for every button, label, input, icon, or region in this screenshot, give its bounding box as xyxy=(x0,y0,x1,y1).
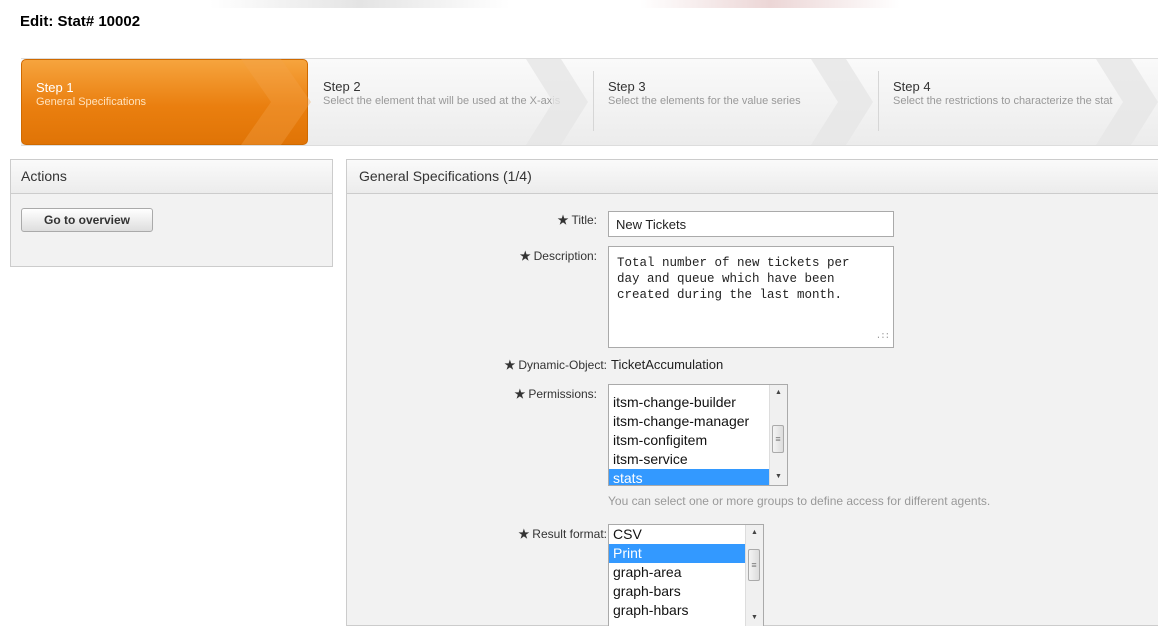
star-icon: ★ xyxy=(519,249,531,263)
scrollbar[interactable]: ▲ ≡ ▼ xyxy=(769,385,787,485)
scrollbar[interactable]: ▲ ≡ ▼ xyxy=(745,525,763,626)
result-format-label: ★ Result format: xyxy=(518,527,607,541)
list-item-selected[interactable]: stats xyxy=(609,469,787,485)
star-icon: ★ xyxy=(514,387,526,401)
star-icon: ★ xyxy=(557,213,569,227)
arrow-up-icon[interactable]: ▲ xyxy=(770,385,787,401)
list-item[interactable]: itsm-change-builder xyxy=(609,393,787,412)
chevron-right-icon xyxy=(811,59,873,145)
star-icon: ★ xyxy=(504,358,516,372)
dynamic-object-value: TicketAccumulation xyxy=(611,357,724,372)
arrow-down-icon[interactable]: ▼ xyxy=(746,610,763,626)
permissions-listbox[interactable]: itsm-change-builder itsm-change-manager … xyxy=(608,384,788,486)
scrollbar-thumb[interactable]: ≡ xyxy=(748,549,760,581)
go-to-overview-button[interactable]: Go to overview xyxy=(21,208,153,232)
list-item-selected[interactable]: Print xyxy=(609,544,763,563)
top-decoration xyxy=(0,0,1158,10)
description-label: ★ Description: xyxy=(519,249,597,263)
arrow-up-icon[interactable]: ▲ xyxy=(746,525,763,541)
resize-grip-icon[interactable]: .:: xyxy=(876,328,890,344)
list-item[interactable]: graph-hbars xyxy=(609,601,763,620)
actions-panel: Actions Go to overview xyxy=(10,159,333,267)
wizard-steps: Step 1 General Specifications Step 2 Sel… xyxy=(21,58,1158,146)
title-label: ★ Title: xyxy=(557,213,597,227)
list-item[interactable]: itsm-service xyxy=(609,450,787,469)
actions-header: Actions xyxy=(11,160,332,194)
scrollbar-thumb[interactable]: ≡ xyxy=(772,425,784,453)
list-item xyxy=(609,385,787,393)
chevron-right-icon xyxy=(1096,59,1158,145)
list-item[interactable]: itsm-configitem xyxy=(609,431,787,450)
chevron-right-icon xyxy=(526,59,588,145)
list-item[interactable]: graph-bars xyxy=(609,582,763,601)
permissions-label: ★ Permissions: xyxy=(514,387,597,401)
dynamic-object-label: ★ Dynamic-Object: xyxy=(504,358,607,372)
description-text: Total number of new tickets per day and … xyxy=(617,256,850,302)
arrow-down-icon[interactable]: ▼ xyxy=(770,469,787,485)
star-icon: ★ xyxy=(518,527,530,541)
panel-header: General Specifications (1/4) xyxy=(347,160,1158,194)
title-input[interactable]: New Tickets xyxy=(608,211,894,237)
page-title: Edit: Stat# 10002 xyxy=(20,13,141,30)
result-format-listbox[interactable]: CSV Print graph-area graph-bars graph-hb… xyxy=(608,524,764,626)
list-item[interactable]: CSV xyxy=(609,525,763,544)
description-textarea[interactable]: Total number of new tickets per day and … xyxy=(608,246,894,348)
permissions-hint: You can select one or more groups to def… xyxy=(608,494,991,508)
list-item[interactable]: itsm-change-manager xyxy=(609,412,787,431)
list-item[interactable]: graph-area xyxy=(609,563,763,582)
